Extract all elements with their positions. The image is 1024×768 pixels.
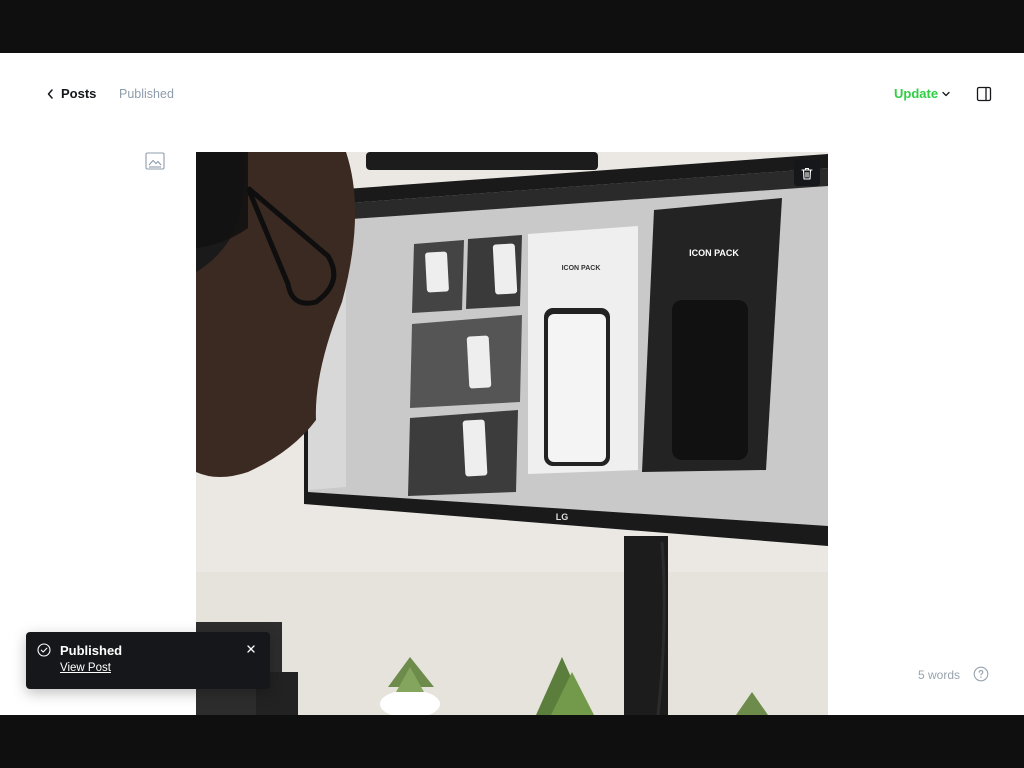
update-label: Update — [894, 86, 939, 101]
chevron-left-icon — [47, 88, 53, 99]
update-button[interactable]: Update — [894, 86, 951, 101]
monitor-logo: LG — [556, 512, 569, 522]
delete-image-button[interactable] — [794, 160, 820, 186]
question-circle-icon[interactable] — [973, 666, 989, 682]
post-status: Published — [119, 87, 174, 101]
sidebar-panel-icon[interactable] — [976, 86, 992, 102]
notification-title: Published — [60, 643, 123, 658]
chevron-down-icon — [942, 91, 950, 96]
top-letterbox — [0, 0, 1024, 53]
post-feature-image[interactable]: ICON PACK ICON PACK LG — [196, 152, 828, 715]
editor-header: Posts Published Update — [0, 53, 1024, 135]
back-label: Posts — [61, 86, 97, 101]
back-to-posts-link[interactable]: Posts — [46, 86, 96, 101]
trash-icon — [801, 167, 813, 180]
image-card-icon[interactable] — [145, 152, 165, 170]
close-icon[interactable] — [244, 642, 258, 656]
screen-text-light: ICON PACK — [562, 265, 601, 272]
view-post-link[interactable]: View Post — [60, 662, 111, 674]
check-circle-icon — [37, 643, 51, 657]
post-editor: Posts Published Update ICON PACK ICON PA… — [0, 53, 1024, 715]
word-count: 5 words — [918, 668, 961, 682]
photo-illustration: ICON PACK ICON PACK LG — [196, 152, 828, 715]
bottom-letterbox — [0, 715, 1024, 768]
screen-text-dark: ICON PACK — [689, 248, 739, 258]
published-notification: Published View Post — [26, 632, 270, 689]
